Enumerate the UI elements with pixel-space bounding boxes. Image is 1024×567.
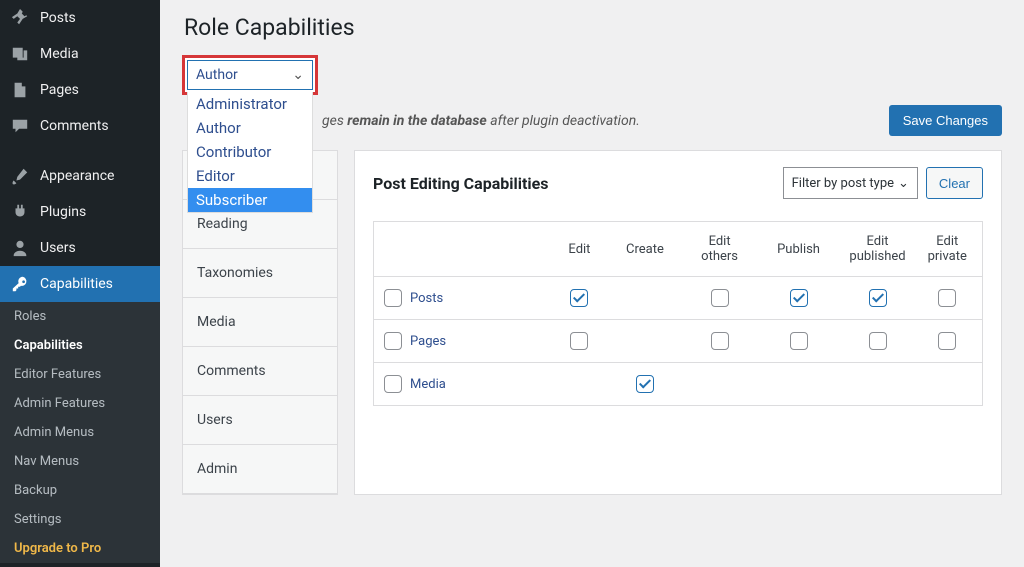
sidebar-item-pages[interactable]: Pages xyxy=(0,72,160,108)
sidebar-submenu: Roles Capabilities Editor Features Admin… xyxy=(0,302,160,563)
media-icon xyxy=(10,44,30,64)
table-header-row: Edit Create Edit others Publish Edit pub… xyxy=(374,222,983,277)
main-content: Role Capabilities Author ⌄ Administrator… xyxy=(160,0,1024,567)
sidebar-sub-admin-menus[interactable]: Admin Menus xyxy=(0,418,160,447)
plug-icon xyxy=(10,202,30,222)
row-select-posts[interactable] xyxy=(384,289,402,307)
role-option-editor[interactable]: Editor xyxy=(188,164,312,188)
cap-pages-publish[interactable] xyxy=(790,332,808,350)
sidebar-sub-roles[interactable]: Roles xyxy=(0,302,160,331)
cap-pages-edit-private[interactable] xyxy=(938,332,956,350)
role-option-author[interactable]: Author xyxy=(188,116,312,140)
admin-sidebar: Posts Media Pages Comments Appearance Pl… xyxy=(0,0,160,567)
tab-admin[interactable]: Admin xyxy=(183,445,337,494)
sidebar-sub-upgrade[interactable]: Upgrade to Pro xyxy=(0,534,160,563)
filter-post-type-select[interactable]: Filter by post type ⌄ xyxy=(783,167,918,199)
role-select[interactable]: Author ⌄ xyxy=(187,60,313,90)
save-changes-button[interactable]: Save Changes xyxy=(889,105,1002,136)
brush-icon xyxy=(10,166,30,186)
role-option-administrator[interactable]: Administrator xyxy=(188,92,312,116)
row-link-media[interactable]: Media xyxy=(410,377,446,392)
user-icon xyxy=(10,238,30,258)
sidebar-item-label: Appearance xyxy=(40,168,114,184)
cap-media-create[interactable] xyxy=(636,375,654,393)
col-edit: Edit xyxy=(554,222,606,277)
comment-icon xyxy=(10,116,30,136)
role-option-subscriber[interactable]: Subscriber xyxy=(188,188,312,212)
row-link-pages[interactable]: Pages xyxy=(410,334,446,349)
sidebar-item-label: Media xyxy=(40,46,79,62)
role-select-highlight-box: Author ⌄ Administrator Author Contributo… xyxy=(182,55,318,95)
sidebar-item-users[interactable]: Users xyxy=(0,230,160,266)
capabilities-table: Edit Create Edit others Publish Edit pub… xyxy=(373,221,983,406)
tab-comments[interactable]: Comments xyxy=(183,347,337,396)
tab-taxonomies[interactable]: Taxonomies xyxy=(183,249,337,298)
cap-pages-edit-published[interactable] xyxy=(869,332,887,350)
sidebar-item-label: Comments xyxy=(40,118,109,134)
sidebar-item-capabilities[interactable]: Capabilities xyxy=(0,266,160,302)
col-edit-private: Edit private xyxy=(913,222,983,277)
cap-posts-publish[interactable] xyxy=(790,289,808,307)
sidebar-sub-settings[interactable]: Settings xyxy=(0,505,160,534)
sidebar-sub-capabilities[interactable]: Capabilities xyxy=(0,331,160,360)
sidebar-item-comments[interactable]: Comments xyxy=(0,108,160,144)
page-icon xyxy=(10,80,30,100)
tab-users[interactable]: Users xyxy=(183,396,337,445)
sidebar-item-label: Plugins xyxy=(40,204,86,220)
sidebar-item-posts[interactable]: Posts xyxy=(0,0,160,36)
sidebar-sub-admin-features[interactable]: Admin Features xyxy=(0,389,160,418)
table-row: Posts xyxy=(374,277,983,320)
filter-select-label: Filter by post type xyxy=(792,176,894,191)
row-select-pages[interactable] xyxy=(384,332,402,350)
notice-prefix: ges xyxy=(322,113,347,129)
sidebar-item-plugins[interactable]: Plugins xyxy=(0,194,160,230)
cap-pages-edit[interactable] xyxy=(570,332,588,350)
cap-posts-edit-others[interactable] xyxy=(711,289,729,307)
key-icon xyxy=(10,274,30,294)
cap-posts-edit[interactable] xyxy=(570,289,588,307)
table-row: Pages xyxy=(374,320,983,363)
sidebar-item-media[interactable]: Media xyxy=(0,36,160,72)
notice-bold: remain in the database xyxy=(347,113,486,129)
sidebar-sub-editor-features[interactable]: Editor Features xyxy=(0,360,160,389)
chevron-down-icon: ⌄ xyxy=(292,67,304,83)
col-create: Create xyxy=(605,222,684,277)
role-select-value: Author xyxy=(196,67,238,83)
sidebar-sub-nav-menus[interactable]: Nav Menus xyxy=(0,447,160,476)
sidebar-item-label: Posts xyxy=(40,10,76,26)
role-select-dropdown: Administrator Author Contributor Editor … xyxy=(187,92,313,213)
sidebar-item-label: Capabilities xyxy=(40,276,113,292)
sidebar-item-label: Pages xyxy=(40,82,79,98)
cap-posts-edit-private[interactable] xyxy=(938,289,956,307)
tab-media[interactable]: Media xyxy=(183,298,337,347)
table-row: Media xyxy=(374,363,983,406)
sidebar-sub-backup[interactable]: Backup xyxy=(0,476,160,505)
col-publish: Publish xyxy=(755,222,843,277)
row-select-media[interactable] xyxy=(384,375,402,393)
panel-title: Post Editing Capabilities xyxy=(373,174,548,193)
clear-button[interactable]: Clear xyxy=(926,167,983,199)
chevron-down-icon: ⌄ xyxy=(898,176,909,191)
pin-icon xyxy=(10,8,30,28)
sidebar-item-label: Users xyxy=(40,240,76,256)
role-option-contributor[interactable]: Contributor xyxy=(188,140,312,164)
cap-posts-edit-published[interactable] xyxy=(869,289,887,307)
row-link-posts[interactable]: Posts xyxy=(410,291,443,306)
sidebar-item-appearance[interactable]: Appearance xyxy=(0,158,160,194)
cap-pages-edit-others[interactable] xyxy=(711,332,729,350)
col-edit-others: Edit others xyxy=(685,222,755,277)
col-edit-published: Edit published xyxy=(843,222,913,277)
page-title: Role Capabilities xyxy=(184,14,1002,41)
notice-suffix: after plugin deactivation. xyxy=(487,113,640,129)
capabilities-panel: Post Editing Capabilities Filter by post… xyxy=(354,150,1002,495)
